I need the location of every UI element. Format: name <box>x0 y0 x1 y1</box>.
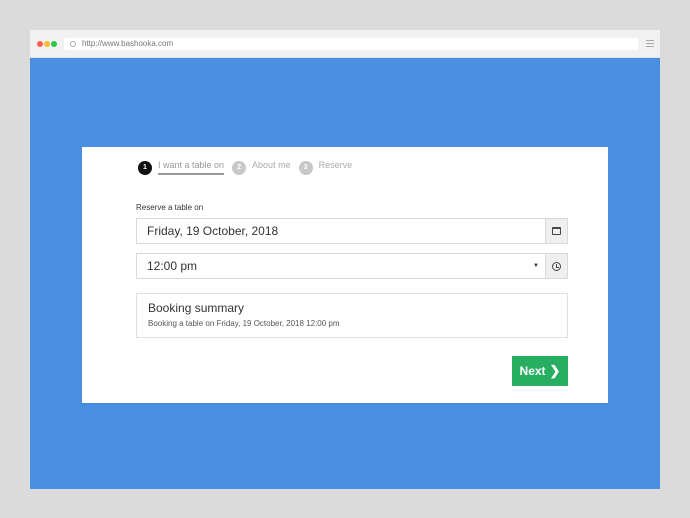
close-window-dot[interactable] <box>37 41 43 47</box>
address-url: http://www.bashooka.com <box>82 39 174 48</box>
time-select[interactable]: 12:00 pm <box>137 254 533 278</box>
browser-menu-icon[interactable] <box>646 40 654 49</box>
step-3-number: 3 <box>298 160 313 175</box>
calendar-icon <box>552 227 561 235</box>
clock-button[interactable] <box>545 254 567 278</box>
step-1-number: 1 <box>138 160 152 175</box>
caret-down-icon[interactable]: ▼ <box>533 254 545 278</box>
chevron-right-icon: ❯ <box>549 363 561 378</box>
reservation-card: 1 I want a table on 2 About me 3 Reserve… <box>82 147 608 403</box>
site-info-icon <box>70 41 76 47</box>
browser-window: http://www.bashooka.com 1 I want a table… <box>30 30 660 489</box>
address-bar[interactable]: http://www.bashooka.com <box>64 38 638 50</box>
time-picker[interactable]: 12:00 pm ▼ <box>136 253 568 279</box>
clock-icon <box>552 261 561 271</box>
minimize-window-dot[interactable] <box>44 41 50 47</box>
step-1-label: I want a table on <box>158 160 225 175</box>
date-field[interactable]: Friday, 19 October, 2018 <box>137 219 545 243</box>
browser-toolbar: http://www.bashooka.com <box>30 30 660 58</box>
step-3[interactable]: 3 Reserve <box>298 160 353 175</box>
summary-text: Booking a table on Friday, 19 October, 2… <box>148 319 340 328</box>
step-indicator: 1 I want a table on 2 About me 3 Reserve <box>138 160 360 175</box>
date-picker[interactable]: Friday, 19 October, 2018 <box>136 218 568 244</box>
step-3-label: Reserve <box>318 160 353 170</box>
step-2-number: 2 <box>232 160 247 175</box>
step-1[interactable]: 1 I want a table on <box>138 160 225 175</box>
calendar-button[interactable] <box>545 219 567 243</box>
step-2-label: About me <box>252 160 291 170</box>
next-label: Next <box>519 364 546 378</box>
booking-summary: Booking summary Booking a table on Frida… <box>136 293 568 338</box>
step-2[interactable]: 2 About me <box>232 160 291 175</box>
next-button[interactable]: Next ❯ <box>512 356 568 386</box>
summary-title: Booking summary <box>148 301 245 315</box>
reserve-label: Reserve a table on <box>136 203 204 212</box>
maximize-window-dot[interactable] <box>51 41 57 47</box>
